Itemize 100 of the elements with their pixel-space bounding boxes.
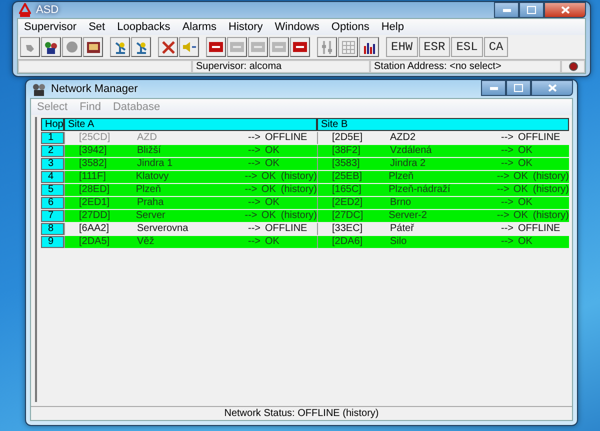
site-status: OK	[261, 172, 276, 182]
site-status: OK	[518, 159, 532, 169]
site-name: Jindra 1	[137, 159, 174, 169]
arrow-text: -->	[244, 185, 258, 195]
site-id: [6AA2]	[79, 224, 110, 234]
minimize-button[interactable]	[494, 2, 519, 18]
status-note: (history)	[280, 172, 317, 182]
arrow-text: -->	[496, 211, 510, 221]
site-name: AZD	[137, 133, 158, 143]
antenna-icon	[114, 40, 126, 54]
site-row[interactable]: [27DD] Server --> OK (history)	[64, 210, 317, 222]
hop-cell: 2	[41, 145, 64, 157]
maximize-button[interactable]	[506, 80, 531, 96]
column-header[interactable]: Site A	[64, 118, 317, 131]
minimize-icon	[490, 86, 498, 90]
toolbar-button[interactable]	[248, 37, 268, 57]
toolbar-button[interactable]	[83, 37, 103, 57]
menu-item[interactable]: History	[222, 20, 269, 34]
toolbar-button[interactable]	[269, 37, 289, 57]
site-row[interactable]: [27DC] Server-2 --> OK (history)	[317, 210, 569, 222]
site-status: OK	[518, 198, 532, 208]
toolbar-button[interactable]	[41, 37, 61, 57]
toolbar-button[interactable]	[110, 37, 130, 57]
people-icon	[32, 82, 46, 96]
site-status: OFFLINE	[518, 224, 560, 234]
site-row[interactable]: [3583] Jindra 2 --> OK	[317, 158, 569, 170]
arrow-text: -->	[501, 159, 514, 169]
site-id: [27DD]	[79, 211, 112, 221]
menu-item[interactable]: Options	[325, 20, 376, 34]
minimize-button[interactable]	[481, 80, 506, 96]
site-row[interactable]: [2DA6] Silo --> OK	[317, 236, 569, 248]
menu-item[interactable]: Supervisor	[18, 20, 83, 34]
site-name: Plzeň	[388, 172, 415, 182]
site-status: OK	[261, 211, 276, 221]
site-row[interactable]: [165C] Plzeň-nádraží --> OK (history)	[317, 184, 569, 196]
toolbar-button[interactable]	[290, 37, 310, 57]
menu-item[interactable]: Help	[375, 20, 410, 34]
site-row[interactable]: [38F2] Vzdálená --> OK	[317, 145, 569, 157]
toolbar-button[interactable]	[179, 37, 199, 57]
toolbar-button[interactable]	[158, 37, 178, 57]
arrow-text: -->	[248, 198, 262, 208]
site-row[interactable]: [3942] Bližší --> OK	[64, 145, 317, 157]
site-row[interactable]: [2ED2] Brno --> OK	[317, 197, 569, 209]
site-status: OFFLINE	[518, 133, 560, 143]
hop-cell: 4	[41, 171, 64, 183]
column-header[interactable]: Hop	[41, 118, 64, 131]
site-name: Jindra 2	[390, 159, 427, 169]
menu-item[interactable]: Windows	[268, 20, 326, 34]
toolbar-button[interactable]	[131, 37, 151, 57]
site-name: Vzdálená	[390, 146, 433, 156]
site-row[interactable]: [25EB] Plzeň --> OK (history)	[317, 171, 569, 183]
toolbar-button[interactable]: CA	[484, 37, 508, 57]
status-note: (history)	[532, 185, 569, 195]
book-icon	[86, 42, 100, 52]
site-status: OK	[261, 185, 276, 195]
site-name: Silo	[390, 237, 408, 247]
site-name: Brno	[390, 198, 412, 208]
menu-item[interactable]: Loopbacks	[111, 20, 176, 34]
menu-item[interactable]: Set	[82, 20, 112, 34]
menu-item[interactable]: Alarms	[176, 20, 223, 34]
warning-triangle-icon	[19, 3, 31, 17]
toolbar-button[interactable]	[317, 37, 337, 57]
maximize-button[interactable]	[519, 2, 544, 18]
site-row[interactable]: [28ED] Plzeň --> OK (history)	[64, 184, 317, 196]
toolbar-button[interactable]	[227, 37, 247, 57]
speaker-icon	[182, 41, 196, 53]
site-id: [2DA6]	[332, 237, 364, 247]
close-button[interactable]	[544, 2, 586, 18]
column-header[interactable]: Site B	[317, 118, 569, 131]
toolbar-button[interactable]	[338, 37, 358, 57]
toolbar-button[interactable]	[62, 37, 82, 57]
site-status: OK	[265, 198, 280, 208]
site-id: [2DA5]	[79, 237, 111, 247]
network-status-bar: Network Status: OFFLINE (history)	[31, 406, 572, 420]
site-row[interactable]: [2ED1] Praha --> OK	[64, 197, 317, 209]
site-row[interactable]: [2DA5] Věž --> OK	[64, 236, 317, 248]
site-id: [25EB]	[332, 172, 364, 182]
site-row[interactable]: [111F] Klatovy --> OK (history)	[64, 171, 317, 183]
site-row[interactable]: [3582] Jindra 1 --> OK	[64, 158, 317, 170]
site-name: AZD2	[390, 133, 417, 143]
tag-icon	[272, 42, 286, 52]
toolbar-button[interactable]: EHW	[386, 37, 418, 57]
sliders-icon	[321, 40, 333, 54]
arrow-text: -->	[248, 133, 262, 143]
toolbar-button[interactable]	[20, 37, 40, 57]
toolbar-button[interactable]	[206, 37, 226, 57]
window-title: Network Manager	[51, 83, 138, 95]
minimize-icon	[502, 8, 510, 12]
grid-icon	[342, 40, 354, 54]
site-id: [28ED]	[79, 185, 111, 195]
toolbar-button[interactable]: ESR	[418, 37, 450, 57]
people-icon	[44, 40, 58, 54]
toolbar-button[interactable]: ESL	[451, 37, 483, 57]
close-button[interactable]	[531, 80, 573, 96]
site-name: Plzeň-nádraží	[388, 185, 452, 195]
tag-icon	[251, 42, 265, 52]
toolbar-button[interactable]	[359, 37, 379, 57]
arrow-text: -->	[248, 159, 262, 169]
window-title: ASD	[36, 4, 59, 16]
site-name: Praha	[137, 198, 165, 208]
